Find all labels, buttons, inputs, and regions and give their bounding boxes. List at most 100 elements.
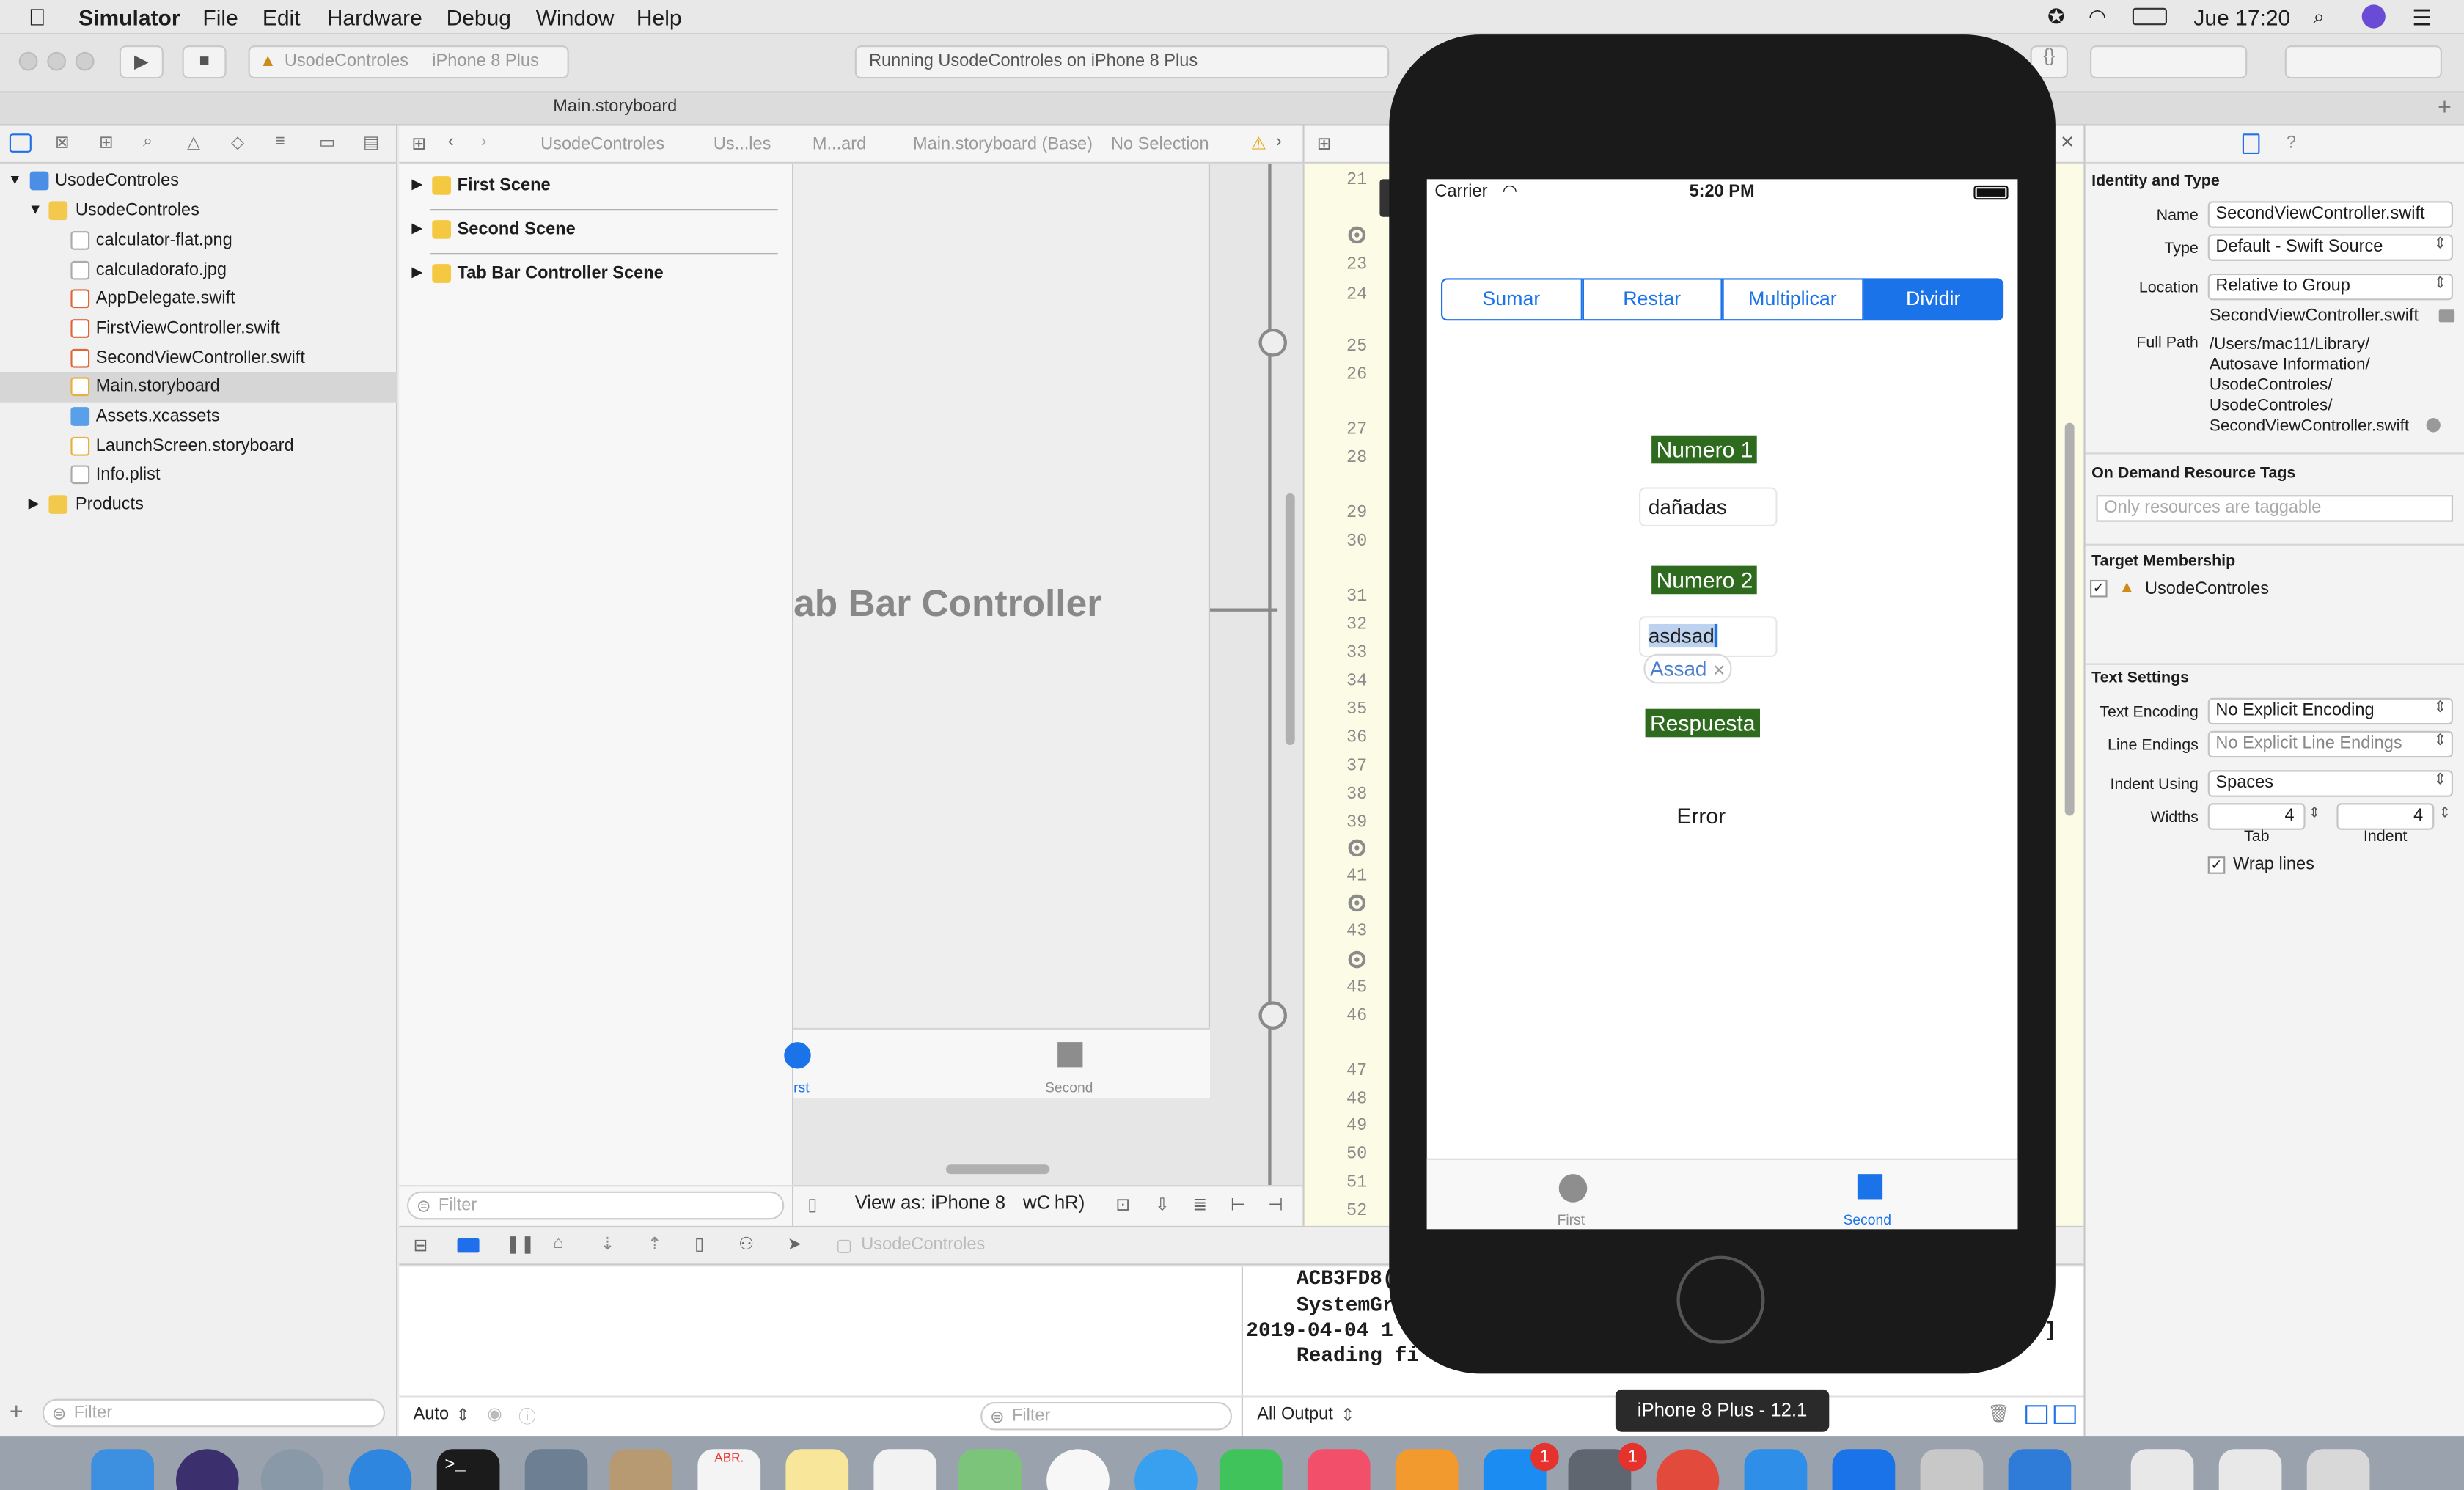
nav-file-row[interactable]: AppDelegate.swift	[0, 285, 397, 315]
add-tab-button[interactable]: +	[2438, 95, 2452, 121]
menu-help[interactable]: Help	[637, 4, 682, 29]
editor-mode-control[interactable]	[2090, 45, 2248, 79]
segment-restar[interactable]: Restar	[1581, 278, 1723, 321]
scene-row[interactable]: ▶ Tab Bar Controller Scene	[399, 260, 793, 290]
status-app-icon[interactable]: ✪	[2047, 4, 2064, 29]
nav-file-row[interactable]: Assets.xcassets	[0, 403, 397, 433]
symbol-icon[interactable]: ⊞	[99, 132, 114, 153]
indent-popup[interactable]: Spaces	[2207, 770, 2453, 797]
indent-width-field[interactable]: 4	[2336, 803, 2435, 830]
zoom-window-button[interactable]	[75, 51, 95, 71]
stop-button[interactable]: ■	[182, 45, 227, 79]
simulator-icon[interactable]	[1832, 1449, 1896, 1490]
type-popup[interactable]: Default - Swift Source	[2207, 234, 2453, 261]
calendar-icon[interactable]: ABR.	[697, 1449, 761, 1490]
finder-icon[interactable]	[91, 1449, 154, 1490]
name-field[interactable]: SecondViewController.swift	[2207, 201, 2453, 228]
tab-second[interactable]: Second	[1841, 1160, 1898, 1230]
preview-icon[interactable]	[524, 1449, 588, 1490]
folder-icon[interactable]	[2438, 309, 2455, 323]
nav-file-row[interactable]: LaunchScreen.storyboard	[0, 432, 397, 462]
minimize-window-button[interactable]	[47, 51, 66, 71]
run-button[interactable]: ▶	[119, 45, 164, 79]
jump-crumb[interactable]: Us...les	[714, 135, 771, 154]
trash-icon[interactable]: 🗑	[1988, 1403, 2010, 1424]
nav-file-row[interactable]: FirstViewController.swift	[0, 315, 397, 345]
update-frames-icon[interactable]: ⊡	[1115, 1194, 1130, 1215]
next-issue-icon[interactable]: ›	[1276, 132, 1282, 151]
output-selector[interactable]: All Output	[1257, 1405, 1333, 1424]
tab-width-stepper[interactable]: ⇕	[2309, 804, 2320, 822]
nav-group-row[interactable]: ▼ UsodeControles	[0, 197, 397, 227]
step-out-icon[interactable]: ⇡	[648, 1234, 662, 1255]
editor-scrollbar[interactable]	[2064, 422, 2075, 816]
folder-icon[interactable]	[9, 133, 32, 153]
tab-first[interactable]: First	[1550, 1160, 1596, 1230]
siri-icon[interactable]	[2361, 4, 2386, 29]
panel-toggle-control[interactable]	[2284, 45, 2442, 79]
terminal-icon[interactable]: >_	[436, 1449, 500, 1490]
breakpoint-marker-icon[interactable]	[1348, 894, 1366, 912]
odr-tags-field[interactable]: Only resources are taggable	[2096, 495, 2453, 522]
related-items-icon[interactable]: ⊞	[1317, 133, 1332, 154]
step-over-icon[interactable]: ⌂	[553, 1234, 563, 1253]
nav-file-row[interactable]: SecondViewController.swift	[0, 344, 397, 374]
pause-icon[interactable]: ❚❚	[506, 1234, 535, 1255]
app-folder-icon[interactable]	[2008, 1449, 2072, 1490]
tab-bar-controller-scene[interactable]: ab Bar Controller rst Second	[784, 163, 1210, 1099]
navigator-filter-field[interactable]: ⊜ Filter	[42, 1398, 385, 1428]
canvas-vertical-scrollbar[interactable]	[1285, 493, 1295, 746]
resolve-issues-icon[interactable]: ⊣	[1268, 1194, 1283, 1215]
source-control-icon[interactable]: ⊠	[55, 132, 70, 153]
wrap-lines-checkbox[interactable]: ✓	[2207, 856, 2226, 874]
nav-products-row[interactable]: ▶ Products	[0, 491, 397, 521]
auto-selector[interactable]: Auto	[414, 1405, 450, 1424]
view-hierarchy-icon[interactable]: ▯	[694, 1234, 704, 1255]
nav-file-row[interactable]: calculator-flat.png	[0, 227, 397, 257]
scene-row[interactable]: ▶ First Scene	[399, 172, 793, 202]
autocorrect-suggestion[interactable]: Assad ✕	[1643, 653, 1732, 684]
breakpoint-marker-icon[interactable]	[1348, 226, 1366, 244]
file-inspector-icon[interactable]	[2242, 133, 2260, 155]
view-as-label[interactable]: View as: iPhone 8	[855, 1192, 1005, 1214]
contacts-icon[interactable]	[609, 1449, 673, 1490]
reveal-arrow-icon[interactable]	[2426, 418, 2441, 433]
hide-debug-area-icon[interactable]: ⊟	[414, 1236, 428, 1256]
scene-row[interactable]: ▶ Second Scene	[399, 216, 793, 246]
issue-icon[interactable]: △	[187, 132, 200, 153]
encoding-popup[interactable]: No Explicit Encoding	[2207, 697, 2453, 725]
segue-icon[interactable]	[1258, 328, 1287, 357]
nav-file-row[interactable]: Info.plist	[0, 460, 397, 491]
segment-sumar[interactable]: Sumar	[1440, 278, 1582, 321]
variables-filter-field[interactable]: ⊜ Filter	[980, 1401, 1232, 1431]
breakpoint-marker-icon[interactable]	[1348, 950, 1366, 969]
notification-center-icon[interactable]: ☰	[2412, 4, 2432, 31]
embed-icon[interactable]: ⇩	[1155, 1194, 1170, 1215]
trash-icon[interactable]	[2306, 1449, 2370, 1490]
books-icon[interactable]	[1395, 1449, 1459, 1490]
menu-edit[interactable]: Edit	[263, 4, 301, 29]
jump-crumb[interactable]: UsodeControles	[540, 135, 664, 154]
debug-icon[interactable]: ≡	[275, 132, 285, 151]
close-window-button[interactable]	[18, 51, 38, 71]
apple-menu-icon[interactable]: 	[29, 4, 46, 31]
menu-app-name[interactable]: Simulator	[78, 4, 180, 29]
scheme-selector[interactable]: ▲ UsodeControles iPhone 8 Plus	[248, 45, 569, 79]
back-arrow-icon[interactable]: ‹	[448, 132, 454, 151]
menu-clock[interactable]: Jue 17:20	[2193, 4, 2290, 29]
breakpoint-icon[interactable]: ▭	[319, 132, 335, 153]
segment-multiplicar[interactable]: Multiplicar	[1722, 278, 1863, 321]
breakpoint-marker-icon[interactable]	[1348, 839, 1366, 857]
maps-icon[interactable]	[958, 1449, 1022, 1490]
split-right-icon[interactable]	[2053, 1405, 2076, 1424]
menu-debug[interactable]: Debug	[447, 4, 511, 29]
step-in-icon[interactable]: ⇣	[601, 1234, 615, 1255]
indent-width-stepper[interactable]: ⇕	[2439, 804, 2451, 822]
menu-file[interactable]: File	[202, 4, 238, 29]
canvas-scrollbar[interactable]	[946, 1164, 1050, 1175]
outline-filter-field[interactable]: ⊜ Filter	[407, 1191, 785, 1220]
facetime-icon[interactable]	[1219, 1449, 1283, 1490]
notes-icon[interactable]	[785, 1449, 849, 1490]
itunes-icon[interactable]	[1307, 1449, 1371, 1490]
help-inspector-icon[interactable]: ?	[2287, 133, 2296, 153]
